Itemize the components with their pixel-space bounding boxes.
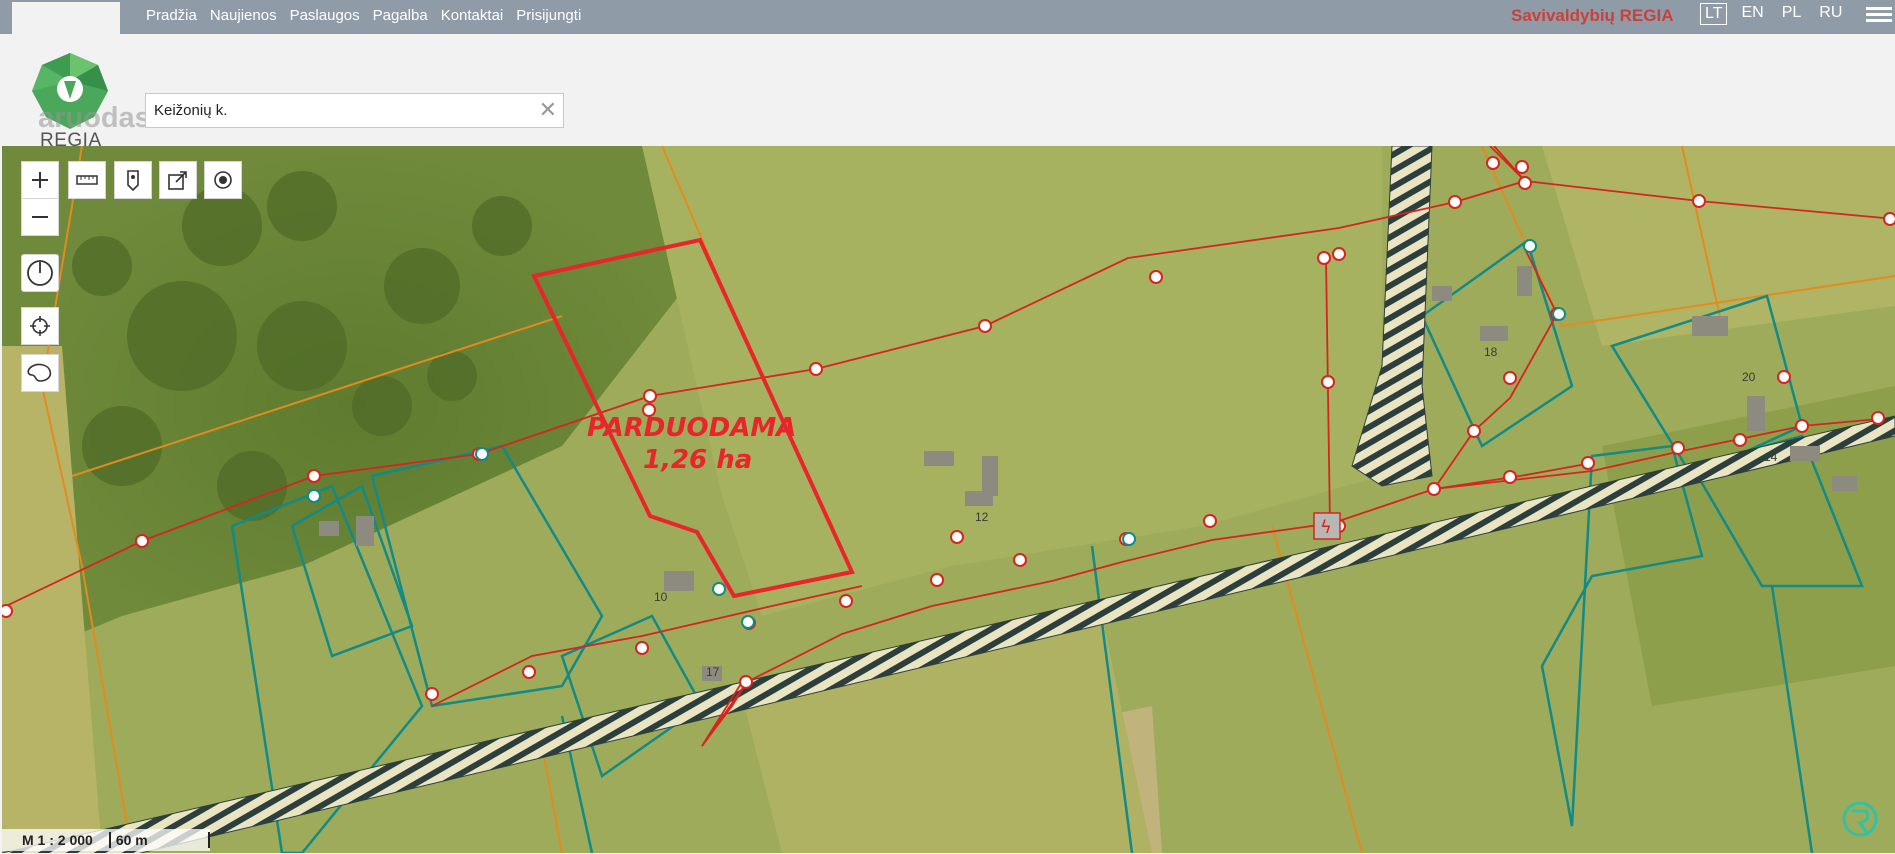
export-icon [168,171,187,190]
brand-title: Savivaldybių REGIA [1511,6,1674,25]
house-number: 10 [654,590,668,604]
marker-icon [127,170,139,191]
house-number: 14 [1764,450,1778,464]
nav-link-pagalba[interactable]: Pagalba [373,7,428,24]
locate-icon [30,316,50,336]
layer-point-button[interactable] [204,161,242,199]
zoom-out-icon [32,216,48,218]
house-number: 18 [1484,345,1498,359]
parcel-label: PARDUODAMA [587,413,796,443]
zoom-out-button[interactable] [21,198,59,236]
close-icon[interactable]: ✕ [539,97,557,123]
nav-link-prisijungti[interactable]: Prisijungti [516,7,581,24]
compass-button[interactable] [21,254,59,292]
lang-en[interactable]: EN [1737,3,1767,25]
lang-lt[interactable]: LT [1700,3,1728,25]
area-select-button[interactable] [21,354,59,392]
area-icon [27,363,52,382]
house-number: 12 [975,510,989,524]
locate-button[interactable] [21,307,59,345]
measure-button[interactable] [68,161,106,199]
export-button[interactable] [159,161,197,199]
search-input[interactable] [152,101,526,120]
compass-icon [27,260,53,286]
house-number: 20 [1742,370,1756,384]
top-bar: Pradžia Naujienos Paslaugos Pagalba Kont… [0,0,1895,34]
measure-icon [76,175,98,185]
map-view[interactable]: 10 12 17 18 20 14 ϟ PARDUODAMA 1,26 ha [2,146,1895,853]
nav-link-paslaugos[interactable]: Paslaugos [290,7,360,24]
house-number: 17 [706,665,720,679]
nav-link-naujienos[interactable]: Naujienos [210,7,277,24]
search-box: ✕ [145,93,564,128]
lang-pl[interactable]: PL [1778,3,1806,25]
language-switcher: LT EN PL RU [1700,3,1846,25]
lang-ru[interactable]: RU [1815,3,1846,25]
parcel-area-label: 1,26 ha [643,445,752,475]
scale-ratio: M 1 : 2 000 [22,832,93,848]
main-nav: Pradžia Naujienos Paslaugos Pagalba Kont… [146,0,581,30]
svg-text:ϟ: ϟ [1320,517,1332,538]
zoom-in-icon [32,172,48,188]
layer-point-icon [214,171,232,189]
header: aruodas REGIA ✕ [0,34,1895,151]
marker-button[interactable] [114,161,152,199]
nav-link-pradzia[interactable]: Pradžia [146,7,197,24]
nav-link-kontaktai[interactable]: Kontaktai [441,7,504,24]
logo-tab [12,2,120,34]
zoom-in-button[interactable] [21,161,59,199]
map-canvas[interactable]: 10 12 17 18 20 14 ϟ PARDUODAMA 1,26 ha [2,146,1895,853]
scale-bar: M 1 : 2 000 60 m [2,829,210,851]
hamburger-menu-icon[interactable] [1866,7,1892,29]
scale-distance: 60 m [108,832,210,848]
